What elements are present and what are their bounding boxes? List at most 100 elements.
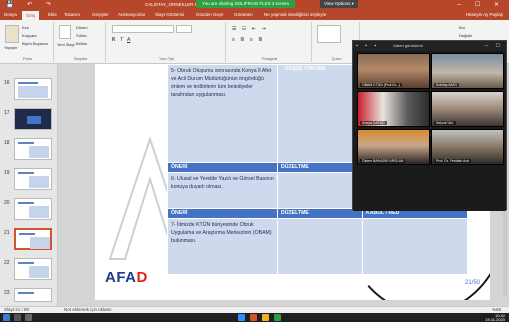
column-header-oneri: ÖNERİ: [167, 208, 278, 219]
taskbar-clock[interactable]: 10:42 19.11.2020: [485, 314, 505, 322]
tab-slide-show[interactable]: Slayt Gösterisi: [155, 12, 184, 17]
taskbar: 10:42 19.11.2020: [0, 313, 509, 322]
thumbnail-number: 16: [4, 80, 10, 86]
notes-placeholder[interactable]: Not eklemek için tıklatın: [64, 307, 112, 312]
paste-icon[interactable]: [5, 25, 19, 43]
view-options-button[interactable]: View Options ▾: [320, 0, 358, 8]
table-cell-kabul: [362, 218, 468, 275]
participant-tile[interactable]: Kubilay AKAY: [431, 53, 504, 89]
tab-file[interactable]: Dosya: [4, 12, 17, 17]
video-window-controls[interactable]: ─ ☐: [485, 43, 503, 49]
participant-tile[interactable]: Özlem BAHADIR ARSLAN: [357, 129, 430, 165]
clock-date: 19.11.2020: [485, 316, 505, 322]
video-panel-toolbar[interactable]: ▪ ▪ ▪ Galeri görünümü ─ ☐: [353, 41, 506, 51]
proposal-text: 6- Ulusal ve Yerelde Yazılı ve Görsel Ba…: [171, 176, 274, 190]
layout-button[interactable]: Düzen: [76, 25, 88, 30]
thumbnail-number: 20: [4, 200, 10, 206]
table-cell-oneri: 7- İlimizde KTÜN bünyesinde Obruk Uygula…: [167, 218, 278, 275]
italic-button[interactable]: T: [120, 37, 123, 43]
section-button[interactable]: Bölüm: [76, 41, 87, 46]
participant-name: OBAM KTÜN (Prof.Dr...): [360, 83, 402, 87]
chrome-icon[interactable]: [274, 314, 281, 321]
participant-tile[interactable]: Prof. Dr. Fetullah Arık: [431, 129, 504, 165]
status-bar: Not eklemek için tıklatın Slayt 21 / 50 …: [0, 306, 509, 313]
new-slide-button[interactable]: Yeni Slayt: [57, 42, 75, 47]
tab-animations[interactable]: Animasyonlar: [118, 12, 145, 17]
title-bar: 💾 ↶ ↷ CALISTAY_ORNEKLER PROJE tamamı (GE…: [0, 0, 509, 10]
task-view-icon[interactable]: [25, 314, 32, 321]
tell-me-search[interactable]: Ne yapmak istediğinizi söyleyin: [264, 12, 326, 17]
reset-button[interactable]: Sıfırla: [76, 33, 86, 38]
shapes-gallery[interactable]: [317, 25, 341, 43]
clipboard-group-label: Pano: [22, 56, 33, 61]
replace-button[interactable]: Değiştir: [459, 33, 473, 38]
underline-button[interactable]: A: [127, 37, 130, 43]
proposal-text: 7- İlimizde KTÜN bünyesinde Obruk Uygula…: [171, 222, 272, 244]
new-slide-icon[interactable]: [59, 25, 71, 39]
quick-access-toolbar[interactable]: 💾 ↶ ↷: [6, 1, 57, 8]
table-cell-oneri: 6- Ulusal ve Yerelde Yazılı ve Görsel Ba…: [167, 172, 278, 209]
slide-info: Slayt 21 / 50: [4, 307, 30, 312]
font-group-label: Yazı Tipi: [158, 56, 175, 61]
participant-name: Konya İl AFAD: [360, 121, 387, 125]
ribbon-tabs: Dosya Giriş Ekle Tasarım Geçişler Animas…: [0, 10, 509, 20]
font-name-dropdown[interactable]: [112, 25, 174, 33]
column-header-duzeltme: DÜZELTME: [277, 208, 363, 219]
tab-home[interactable]: Giriş: [22, 11, 40, 20]
thumbnail-number: 18: [4, 140, 10, 146]
bold-button[interactable]: K: [112, 37, 116, 43]
format-painter-button[interactable]: Biçim Boyacısı: [22, 41, 48, 46]
video-panel-title: Galeri görünümü: [393, 43, 423, 48]
tab-insert[interactable]: Ekle: [48, 12, 57, 17]
afad-logo-red: D: [136, 269, 148, 286]
tab-review[interactable]: Gözden Geçir: [196, 12, 224, 17]
zoom-level[interactable]: %68: [492, 307, 501, 312]
slide-thumbnails-pane: 16 17 18 19 20 21 22 23: [0, 64, 58, 306]
table-cell-oneri: 5- Obruk Oluşumu sonrasında Konya İl Afe…: [167, 64, 278, 163]
font-size-dropdown[interactable]: [176, 25, 192, 33]
tab-view[interactable]: Görünüm: [234, 12, 253, 17]
cut-button[interactable]: Kes: [22, 25, 29, 30]
participant-name: Kubilay AKAY: [434, 83, 460, 87]
copy-button[interactable]: Kopyala: [22, 33, 36, 38]
video-panel-icons[interactable]: ▪ ▪ ▪: [356, 43, 379, 49]
tab-design[interactable]: Tasarım: [64, 12, 80, 17]
table-cell-duzeltme: [277, 64, 363, 163]
window-controls[interactable]: ─ ☐ ✕: [457, 1, 505, 8]
table-cell-duzeltme: [277, 172, 363, 209]
start-icon[interactable]: [3, 314, 10, 321]
table-cell-duzeltme: [277, 218, 363, 275]
slides-group: Yeni Slayt Düzen Sıfırla Bölüm Slaytlar: [56, 22, 106, 62]
video-conference-panel[interactable]: ▪ ▪ ▪ Galeri görünümü ─ ☐ OBAM KTÜN (Pro…: [352, 40, 507, 211]
video-panel-filler: [353, 167, 506, 211]
zoom-app-icon[interactable]: [238, 314, 245, 321]
column-header-oneri: ÖNERİ: [167, 162, 278, 173]
participant-tile[interactable]: OBAM KTÜN (Prof.Dr...): [357, 53, 430, 89]
column-header-duzeltme: DÜZELTME: [277, 162, 363, 173]
participant-name: Selçuk Üni.: [434, 121, 456, 125]
afad-logo-blue: AFA: [105, 269, 137, 286]
thumbnail-number: 23: [4, 290, 10, 296]
find-button[interactable]: Bul: [459, 25, 465, 30]
screen-share-banner: You are sharing SOLIFRASI FLES 3 screen: [196, 0, 296, 8]
font-group: K T A Yazı Tipi: [108, 22, 226, 62]
participant-name: Özlem BAHADIR ARSLAN: [360, 159, 406, 163]
table-top-fragment: DÜŞÜŞ YÖNTEM: [285, 66, 326, 72]
tab-transitions[interactable]: Geçişler: [92, 12, 109, 17]
participant-tile[interactable]: Selçuk Üni.: [431, 91, 504, 127]
participant-tile[interactable]: Konya İl AFAD: [357, 91, 430, 127]
participant-name: Prof. Dr. Fetullah Arık: [434, 159, 472, 163]
clipboard-group: Yapıştır Kes Kopyala Biçim Boyacısı Pano: [2, 22, 54, 62]
explorer-icon[interactable]: [262, 314, 269, 321]
afad-logo: AFAD: [105, 269, 148, 286]
search-icon[interactable]: [14, 314, 21, 321]
thumbnail-number: 21: [4, 230, 10, 236]
slide-page-number: 21/50: [464, 280, 480, 286]
align-icons[interactable]: ≡ ≣ ≡ ≣: [232, 37, 264, 43]
thumbnail-number: 17: [4, 110, 10, 116]
paste-label[interactable]: Yapıştır: [4, 45, 18, 50]
account-share[interactable]: Hüseyin Ay Paylaş: [466, 12, 503, 17]
thumbnail-number: 22: [4, 260, 10, 266]
powerpoint-icon[interactable]: [250, 314, 257, 321]
list-icons[interactable]: ☰ ☷ ⇤ ⇥: [232, 26, 268, 32]
